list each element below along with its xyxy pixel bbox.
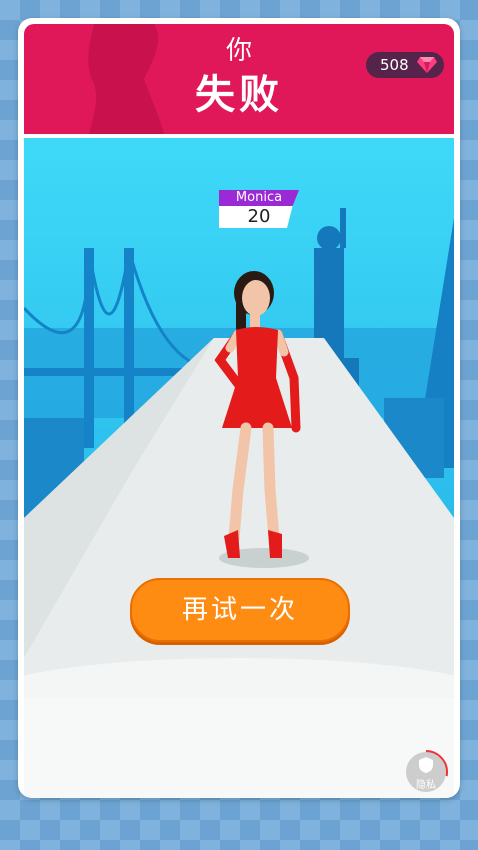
retry-button[interactable]: 再试一次	[130, 578, 350, 642]
privacy-button[interactable]: 隐私	[406, 750, 448, 792]
game-scene	[24, 138, 454, 798]
gem-count: 508	[380, 56, 409, 74]
result-header: 你 失败 508	[24, 24, 454, 134]
gem-counter: 508	[366, 52, 444, 78]
result-card: 你 失败 508 Monica 20 再试一次 隐私	[18, 18, 460, 798]
model-character	[214, 271, 301, 558]
shield-icon	[419, 757, 433, 773]
player-score: 20	[219, 206, 293, 228]
diamond-gem-icon	[417, 57, 437, 73]
player-name: Monica	[219, 190, 299, 206]
privacy-label: 隐私	[416, 780, 436, 791]
player-name-tag: Monica 20	[219, 190, 299, 230]
